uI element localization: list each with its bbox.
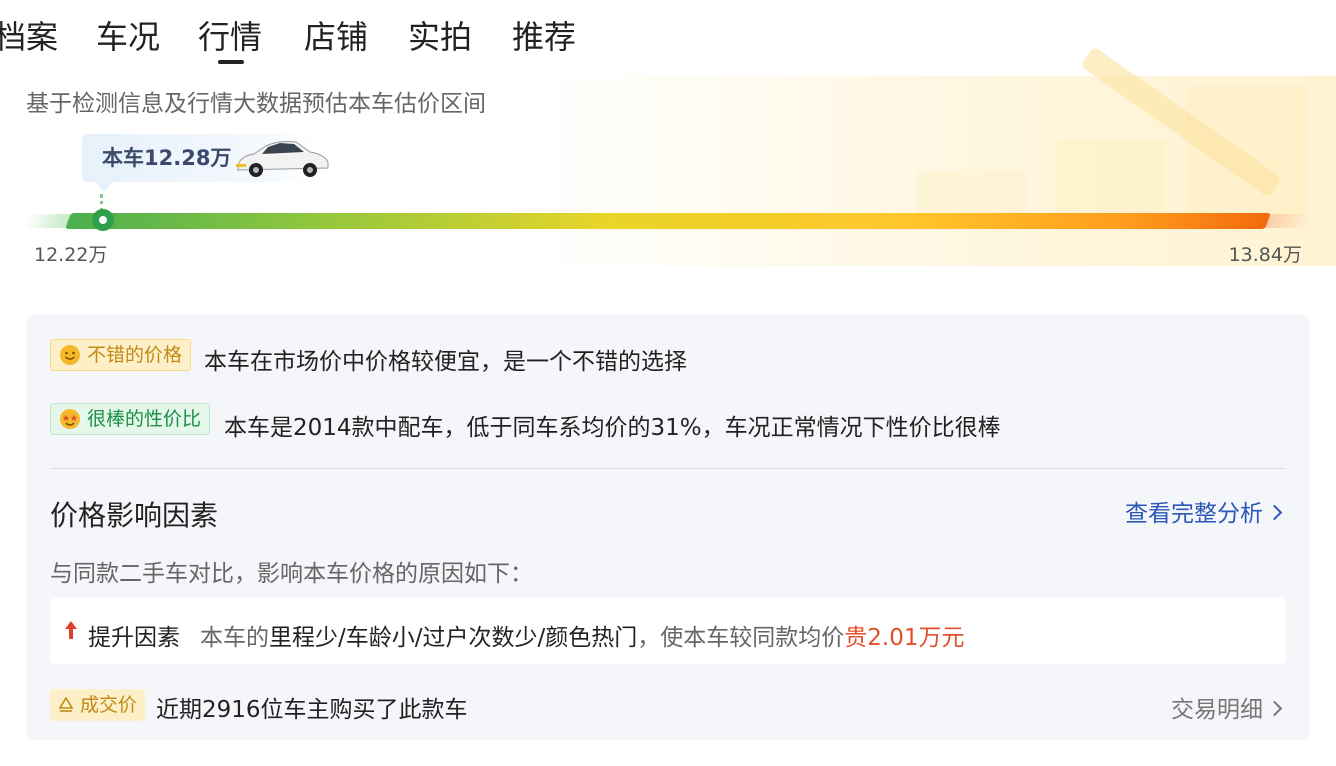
tab-label: 车况 (96, 18, 161, 56)
tab-recommend[interactable]: 推荐 (512, 16, 576, 58)
tab-bar: 档案 车况 行情 店铺 实拍 推荐 (0, 0, 1336, 70)
chevron-right-icon (1266, 504, 1283, 521)
bubble-tail (94, 180, 114, 192)
valuation-subtitle: 基于检测信息及行情大数据预估本车估价区间 (26, 91, 486, 117)
current-price-label: 本车12.28万 (102, 146, 232, 170)
tab-market[interactable]: 行情 (198, 16, 263, 64)
great-value-text: 本车是2014款中配车，低于同车系均价的31%，车况正常情况下性价比很棒 (224, 415, 1001, 441)
price-factors-title: 价格影响因素 (50, 499, 219, 532)
view-full-analysis-link[interactable]: 查看完整分析 (1125, 494, 1283, 528)
active-tab-underline (218, 60, 244, 64)
tab-label: 实拍 (408, 18, 473, 56)
factor-middle: ，使本车较同款均价 (637, 625, 845, 651)
background-decoration (1056, 140, 1166, 220)
tag-label: 很棒的性价比 (87, 408, 202, 430)
car-icon (236, 141, 329, 177)
tag-label: 不错的价格 (87, 344, 183, 366)
great-value-tag: 很棒的性价比 (50, 403, 211, 435)
price-range-bar (65, 213, 1271, 229)
transaction-details-link[interactable]: 交易明细 (1171, 690, 1283, 724)
tab-label: 行情 (198, 18, 263, 56)
link-label: 交易明细 (1171, 697, 1263, 723)
max-price-label: 13.84万 (1228, 244, 1302, 266)
deal-text: 近期2916位车主购买了此款车 (156, 697, 468, 723)
good-price-tag: 不错的价格 (50, 339, 192, 371)
good-price-text: 本车在市场价中价格较便宜，是一个不错的选择 (204, 349, 687, 375)
divider (50, 468, 1286, 469)
chevron-right-icon (1266, 700, 1283, 717)
arrow-up-icon (65, 621, 77, 639)
price-bar-fade-right (1265, 214, 1313, 228)
smile-emoji-icon (60, 345, 80, 365)
deal-icon (58, 697, 74, 712)
factors-note: 与同款二手车对比，影响本车价格的原因如下： (50, 561, 533, 587)
raise-factor-text: 本车的里程少/车龄小/过户次数少/颜色热门，使本车较同款均价贵2.01万元 (200, 618, 964, 652)
tab-label: 店铺 (304, 18, 369, 56)
factor-prefix: 本车的 (200, 625, 269, 651)
tag-label: 成交价 (80, 694, 138, 716)
tab-store[interactable]: 店铺 (304, 16, 368, 58)
current-price-marker (92, 209, 114, 231)
tab-condition[interactable]: 车况 (96, 16, 160, 58)
tab-photos[interactable]: 实拍 (408, 16, 472, 58)
price-bar-fade-left (23, 214, 71, 228)
price-analysis-card (26, 314, 1310, 740)
link-label: 查看完整分析 (1125, 501, 1263, 527)
star-eyes-emoji-icon (60, 409, 80, 429)
factor-items: 里程少/车龄小/过户次数少/颜色热门 (269, 625, 638, 651)
raise-factor-label: 提升因素 (88, 625, 180, 651)
factor-result: 贵2.01万元 (844, 625, 965, 651)
min-price-label: 12.22万 (34, 244, 108, 266)
tab-label: 档案 (0, 18, 59, 56)
tab-label: 推荐 (512, 18, 577, 56)
tab-archive[interactable]: 档案 (0, 16, 58, 58)
